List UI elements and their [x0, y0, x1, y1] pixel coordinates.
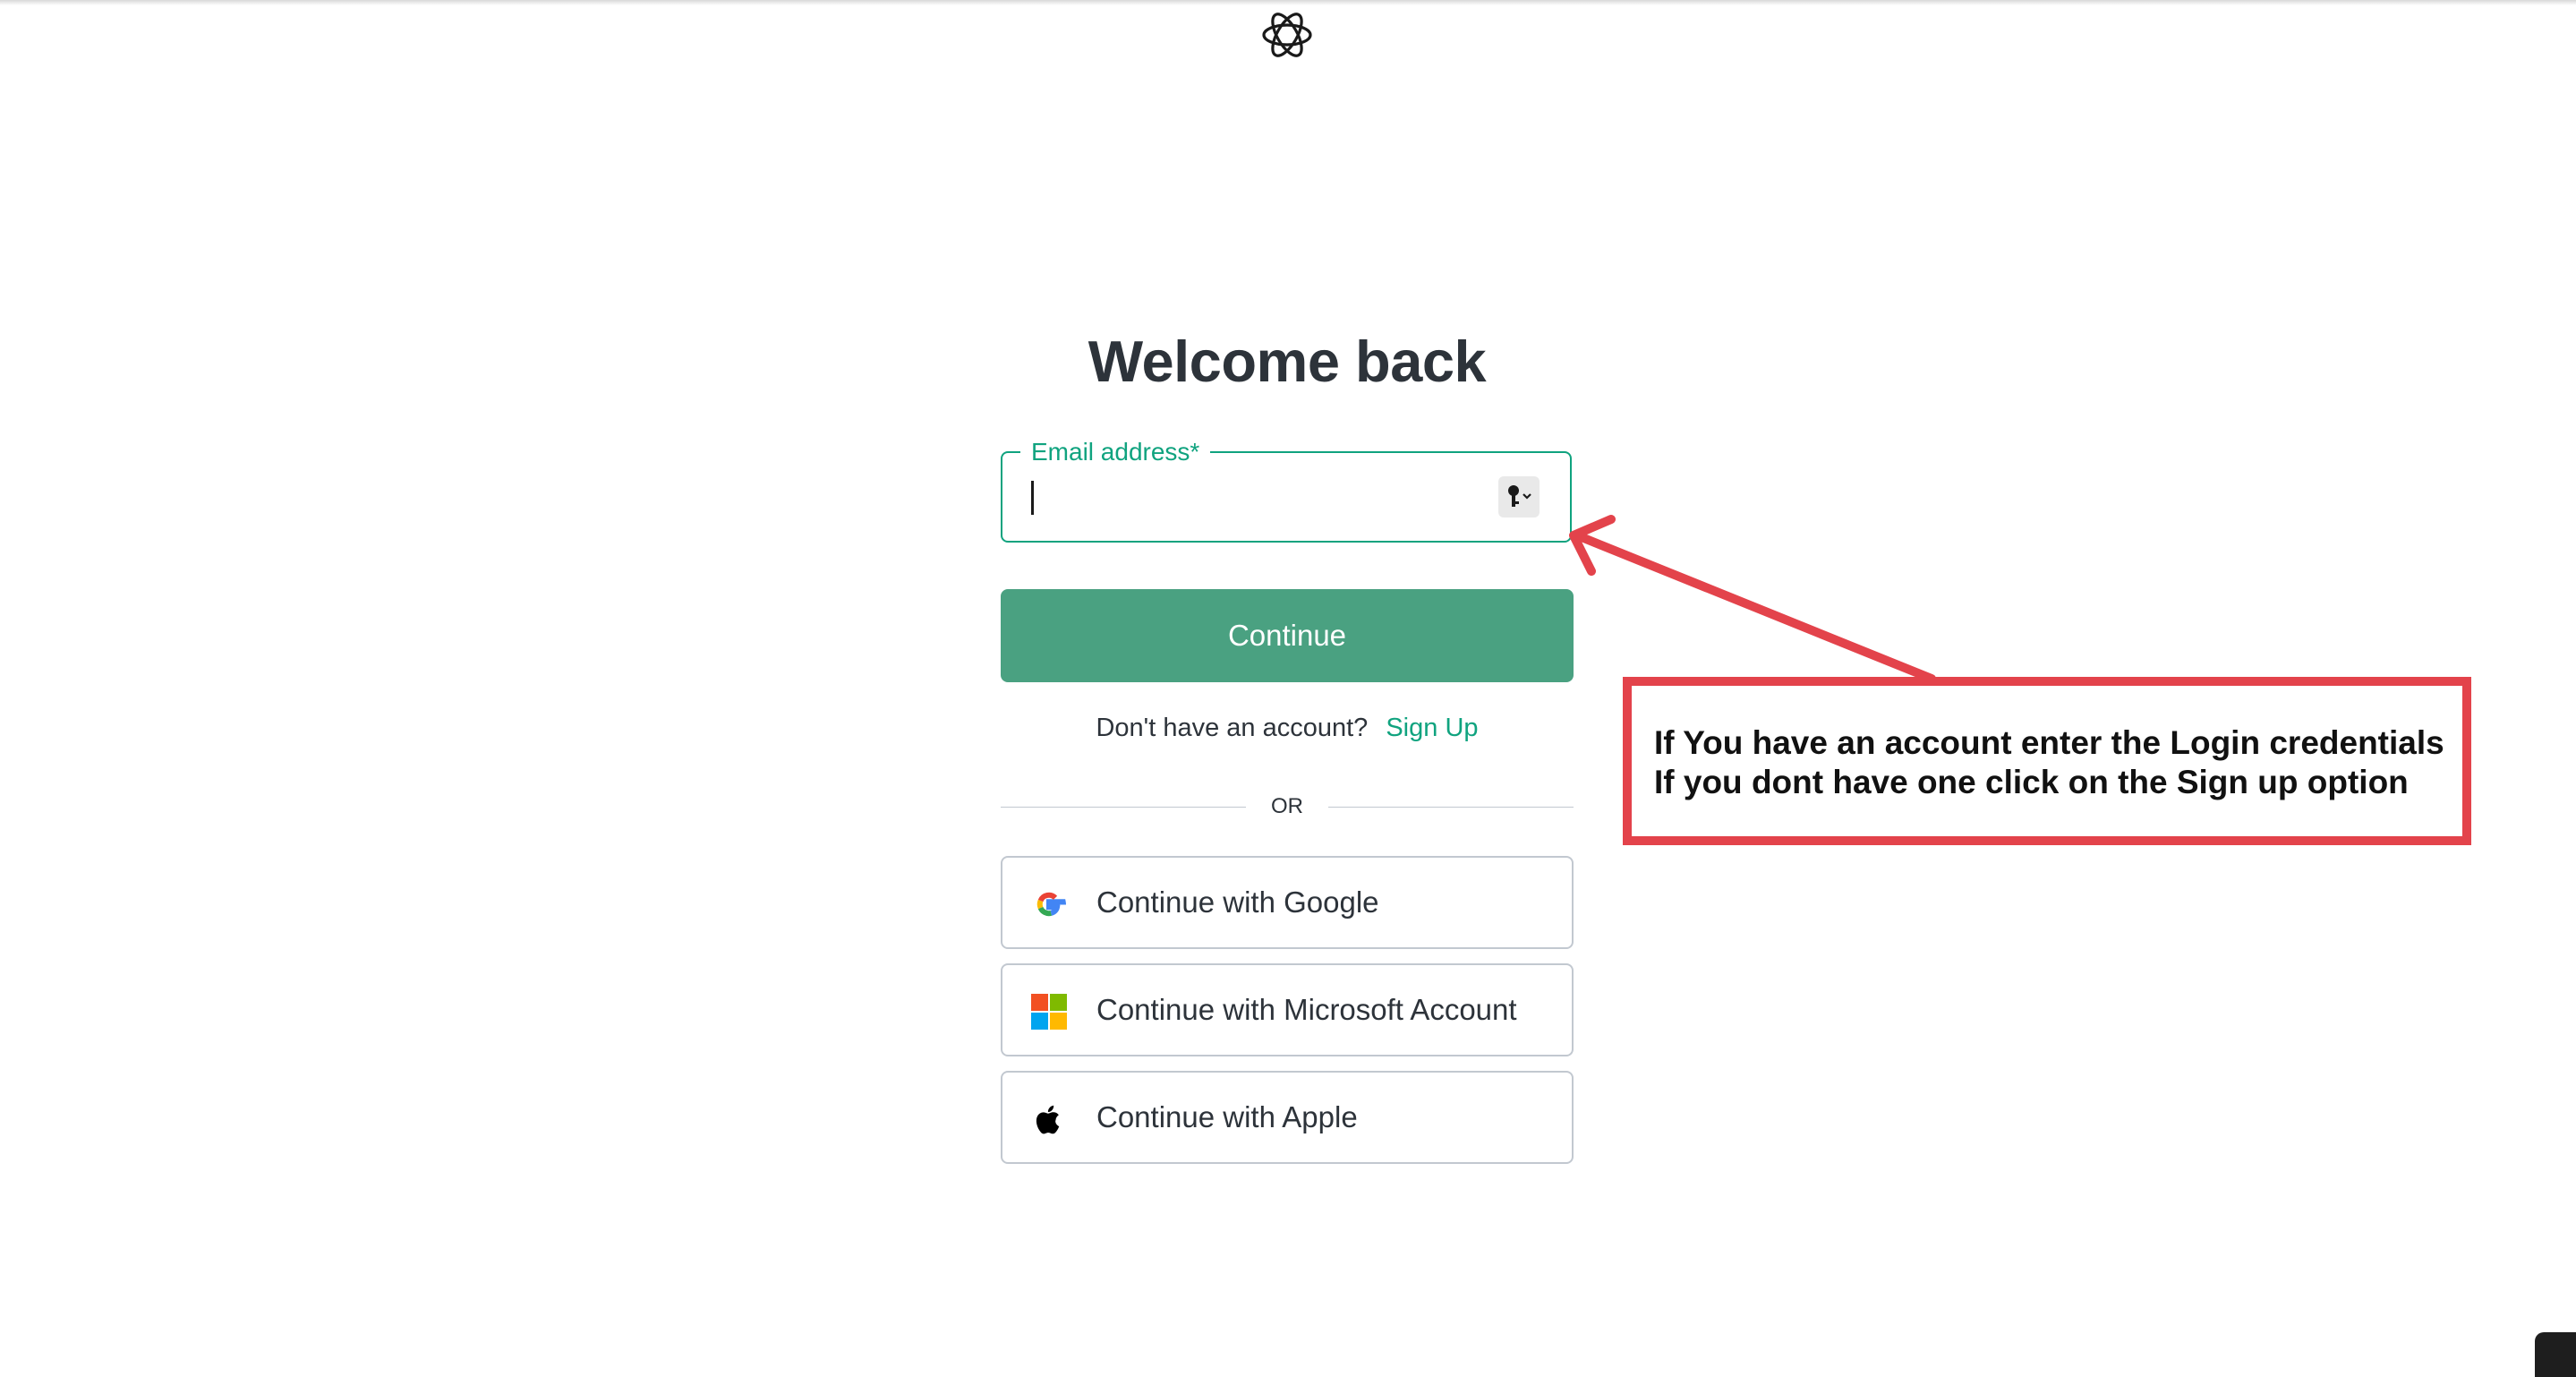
annotation-line-1: If You have an account enter the Login c…	[1654, 724, 2444, 761]
apple-login-button[interactable]: Continue with Apple	[1001, 1071, 1574, 1164]
signup-row: Don't have an account? Sign Up	[1001, 714, 1574, 743]
email-field-label: Email address*	[1020, 437, 1211, 467]
text-caret	[1031, 481, 1034, 515]
openai-logo-icon	[1262, 13, 1312, 57]
signup-prompt: Don't have an account?	[1096, 714, 1369, 742]
annotation-line-2: If you dont have one click on the Sign u…	[1654, 764, 2409, 800]
microsoft-login-button[interactable]: Continue with Microsoft Account	[1001, 963, 1574, 1056]
apple-icon	[1036, 1105, 1060, 1134]
password-manager-button[interactable]	[1498, 476, 1540, 517]
google-login-label: Continue with Google	[1096, 885, 1379, 919]
google-login-button[interactable]: Continue with Google	[1001, 856, 1574, 949]
corner-widget[interactable]	[2535, 1332, 2576, 1377]
signup-link[interactable]: Sign Up	[1386, 714, 1478, 742]
divider-left	[1001, 807, 1246, 808]
microsoft-icon	[1031, 994, 1067, 1030]
divider-text: OR	[1271, 794, 1303, 818]
continue-button[interactable]: Continue	[1001, 589, 1574, 682]
google-icon	[1036, 892, 1066, 917]
key-icon	[1508, 485, 1531, 507]
page-title: Welcome back	[1088, 329, 1487, 394]
apple-login-label: Continue with Apple	[1096, 1100, 1358, 1133]
divider-right	[1328, 807, 1574, 808]
annotation-text: If You have an account enter the Login c…	[1654, 723, 2460, 802]
microsoft-login-label: Continue with Microsoft Account	[1096, 993, 1517, 1026]
